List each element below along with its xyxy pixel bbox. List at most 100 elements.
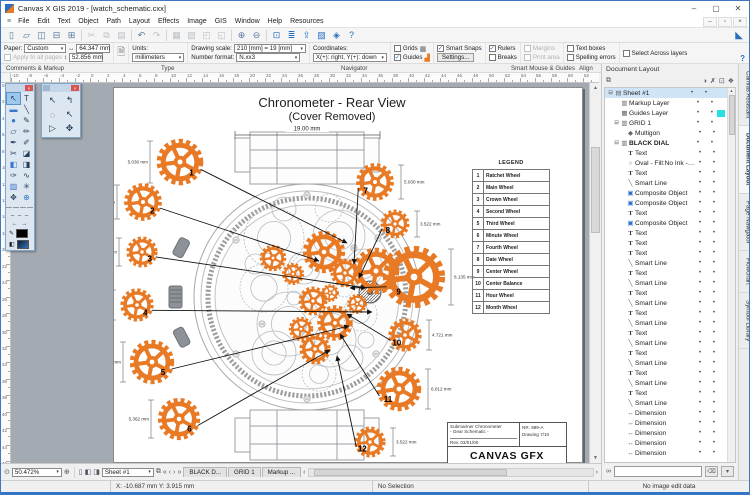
layer-color-swatch[interactable] [719,370,727,377]
zoom-in-page-icon[interactable]: ⊕ [64,468,70,476]
layer-color-swatch[interactable] [719,440,727,447]
ellipse-tool[interactable]: ● [7,115,20,126]
layer-row[interactable]: TText•• [605,228,727,238]
knife-tool[interactable]: ✂ [7,148,20,159]
print-area-checkbox[interactable] [524,54,531,61]
layer-toggles[interactable]: •• [695,270,719,276]
menu-edit[interactable]: Edit [33,17,53,26]
menu-image[interactable]: Image [183,17,210,26]
print-dot[interactable]: • [713,370,715,376]
help-icon[interactable]: ? [740,54,745,63]
layer-row[interactable]: ╲Smart Line•• [605,178,727,188]
page-setup-icon[interactable]: ⊡ [269,29,284,42]
palette-close-icon[interactable]: × [71,85,79,91]
layer-row[interactable]: ╲Smart Line•• [605,258,727,268]
visible-dot[interactable]: • [699,350,701,356]
layer-color-swatch[interactable] [719,160,727,167]
layer-color-swatch[interactable] [719,450,727,457]
layer-row[interactable]: TText•• [605,168,727,178]
print-dot[interactable]: • [705,90,707,96]
direct-select-tool[interactable]: ↖ [62,108,78,121]
layer-row[interactable]: ↔Dimension•• [605,438,727,448]
scroll-left-icon[interactable]: ‹ [303,469,305,476]
layer-toggles[interactable]: •• [695,150,719,156]
image-icon[interactable]: ▨ [314,29,329,42]
eraser-tool[interactable]: ◪ [20,148,33,159]
group-align[interactable]: Align [579,65,593,72]
select-arrow-tool[interactable]: ↖ [45,94,61,107]
layer-toggles[interactable]: •• [695,380,719,386]
layer-row[interactable]: ↔Dimension•• [605,418,727,428]
print-dot[interactable]: • [713,220,715,226]
menu-object[interactable]: Object [74,17,102,26]
visible-dot[interactable]: • [699,230,701,236]
layer-toggles[interactable]: •• [695,130,719,136]
layer-row[interactable]: TText•• [605,328,727,338]
print-dot[interactable]: • [713,340,715,346]
visible-dot[interactable]: • [699,440,701,446]
layer-row[interactable]: TText•• [605,288,727,298]
print-dot[interactable]: • [713,300,715,306]
layer-color-swatch[interactable] [719,280,727,287]
layer-row[interactable]: TText•• [605,348,727,358]
gradient-tool[interactable]: ◧ [7,159,20,170]
layer-row[interactable]: ↔Dimension•• [605,428,727,438]
visible-dot[interactable]: • [699,210,701,216]
layer-toggles[interactable]: •• [695,160,719,166]
sheet-tab[interactable]: Markup ... [262,467,302,477]
menu-gis[interactable]: GIS [211,17,231,26]
visible-dot[interactable]: • [697,120,699,126]
layer-color-swatch[interactable] [719,270,727,277]
visible-dot[interactable]: • [699,320,701,326]
pencil-tool[interactable]: ✏ [20,126,33,137]
sheet-tab[interactable]: GRID 1 [228,467,261,477]
lock-icon[interactable] [43,85,50,91]
print-dot[interactable]: • [713,420,715,426]
visible-dot[interactable]: • [699,340,701,346]
visible-dot[interactable]: • [699,290,701,296]
menu-file[interactable]: File [14,17,33,26]
layer-color-swatch[interactable] [719,260,727,267]
layer-toggles[interactable]: •• [695,400,719,406]
layer-toggles[interactable]: •• [693,100,717,106]
pen-tool[interactable]: ✑ [7,170,20,181]
visible-dot[interactable]: • [699,170,701,176]
layer-color-swatch[interactable] [719,200,727,207]
layer-toggles[interactable]: •• [695,240,719,246]
zoom-in-icon[interactable]: ⊕ [234,29,249,42]
print-dot[interactable]: • [713,290,715,296]
lasso-tool[interactable]: ∿ [20,170,33,181]
scroll-down-icon[interactable]: ▼ [590,453,601,463]
layer-color-swatch[interactable] [719,180,727,187]
pan-tool[interactable]: ✥ [62,122,78,135]
print-dot[interactable]: • [711,110,713,116]
layer-row[interactable]: TText•• [605,208,727,218]
layer-toggles[interactable]: •• [695,310,719,316]
tool-palette-titlebar[interactable]: × [6,84,34,92]
new-sheet-icon[interactable]: ▯ [79,468,83,476]
selection-palette-titlebar[interactable]: × [42,84,80,92]
layer-row[interactable]: TText•• [605,248,727,258]
page-height-field[interactable]: 52.856 mm [69,53,103,62]
visible-dot[interactable]: • [699,450,701,456]
color-column-icon[interactable]: ❖ [728,77,734,85]
visible-dot[interactable]: • [699,330,701,336]
layer-toggles[interactable]: •• [695,280,719,286]
layer-toggles[interactable]: •• [695,210,719,216]
rectangle-tool[interactable]: ▬ [7,104,20,115]
line-tool[interactable]: ╲ [20,104,33,115]
scale-combo[interactable]: 210 [mm] = 19 [mm]▾ [234,44,306,53]
print-dot[interactable]: • [713,360,715,366]
vertical-scroll-thumb[interactable] [591,147,600,233]
curve-tool[interactable]: ✎ [20,115,33,126]
ink-swatch[interactable] [16,229,28,238]
panel-tab-canvas-assistant[interactable]: Canvas Assistant [739,64,750,126]
print-preview-icon[interactable]: ⊞ [64,29,79,42]
layer-color-swatch[interactable] [719,430,727,437]
print-dot[interactable]: • [713,210,715,216]
layer-color-swatch[interactable] [719,380,727,387]
print-dot[interactable]: • [713,200,715,206]
zoom-tool[interactable]: ⊕ [20,192,33,203]
numfmt-combo[interactable]: N.xx3▾ [236,53,300,62]
layer-row[interactable]: ↔Dimension•• [605,448,727,458]
